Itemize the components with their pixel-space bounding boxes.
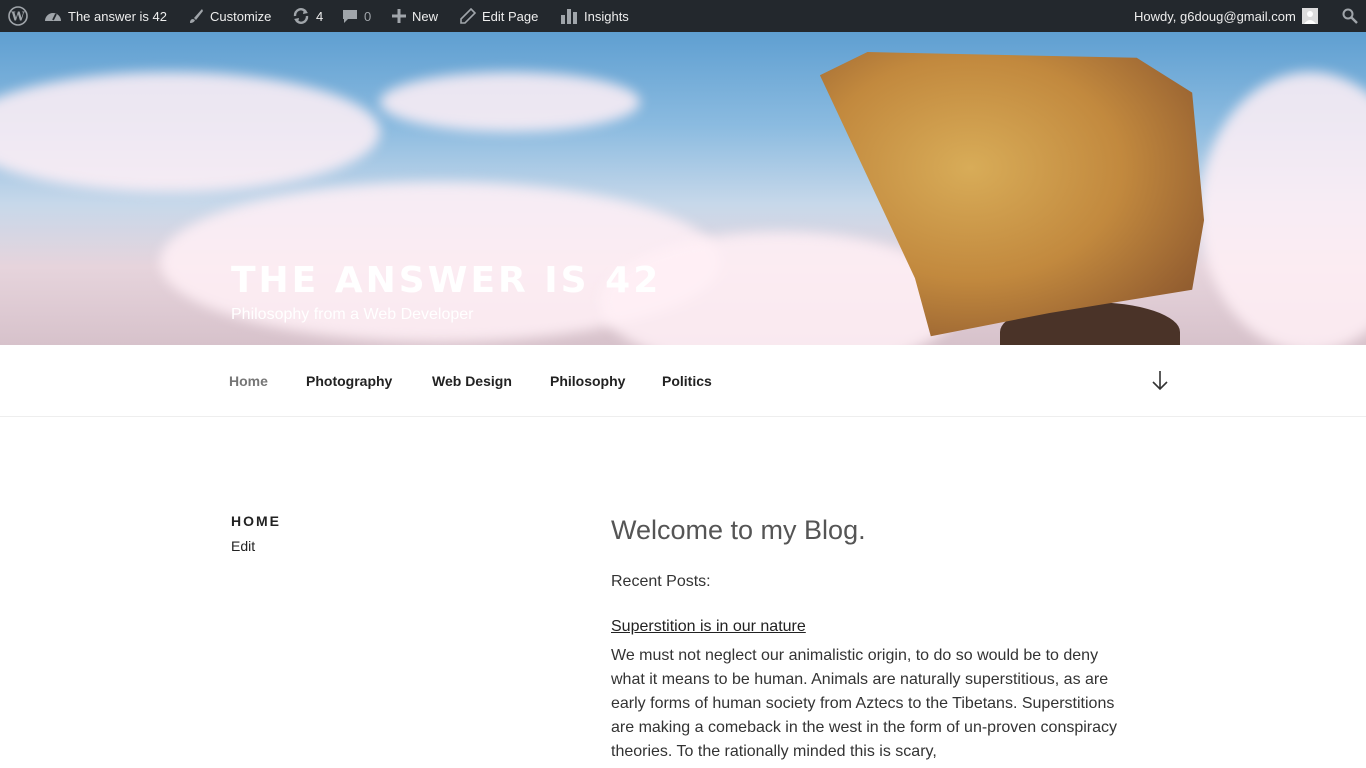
recent-posts-label: Recent Posts: (611, 573, 711, 590)
page-title: HOME (231, 513, 281, 529)
site-name-label: The answer is 42 (68, 8, 167, 24)
svg-text:W: W (10, 10, 25, 24)
updates-button[interactable]: 4 (292, 0, 323, 32)
search-button[interactable] (1342, 0, 1358, 32)
main-navigation: Home Photography Web Design Philosophy P… (0, 345, 1366, 417)
comments-count: 0 (364, 8, 372, 24)
avatar (1301, 8, 1318, 24)
nav-item-politics[interactable]: Politics (662, 373, 712, 389)
edit-link[interactable]: Edit (231, 538, 255, 554)
nav-item-web-design[interactable]: Web Design (432, 373, 512, 389)
header-image: THE ANSWER IS 42 Philosophy from a Web D… (0, 32, 1366, 345)
updates-count: 4 (316, 8, 324, 24)
nav-item-home[interactable]: Home (229, 373, 268, 389)
comment-icon (342, 8, 358, 24)
site-description: Philosophy from a Web Developer (231, 306, 474, 323)
insights-label: Insights (584, 8, 629, 24)
entry-content: Welcome to my Blog. Recent Posts: Supers… (611, 512, 1131, 764)
customize-label: Customize (210, 8, 272, 24)
plus-icon (392, 9, 406, 23)
new-label: New (412, 8, 439, 24)
update-icon (292, 7, 310, 25)
pencil-icon (460, 8, 476, 24)
new-content-button[interactable]: New (392, 0, 438, 32)
brush-icon (188, 8, 204, 24)
nav-item-philosophy[interactable]: Philosophy (550, 373, 625, 389)
site-title[interactable]: THE ANSWER IS 42 (231, 258, 661, 304)
nav-item-photography[interactable]: Photography (306, 373, 392, 389)
post-title-link[interactable]: Superstition is in our nature (611, 618, 806, 636)
comments-button[interactable]: 0 (342, 0, 371, 32)
wordpress-icon: W (8, 6, 28, 26)
account-menu[interactable]: Howdy, g6doug@gmail.com (1134, 0, 1318, 32)
wordpress-logo-button[interactable]: W (8, 0, 28, 32)
cloud-shape (0, 72, 380, 192)
cloud-shape (1200, 72, 1366, 345)
admin-bar: W The answer is 42 Customize 4 0 New Edi… (0, 0, 1366, 32)
howdy-label: Howdy, g6doug@gmail.com (1134, 8, 1296, 24)
edit-page-label: Edit Page (482, 8, 539, 24)
entry-heading: Welcome to my Blog. (611, 515, 866, 545)
arrow-down-icon[interactable] (1150, 370, 1170, 397)
post-excerpt: We must not neglect our animalistic orig… (611, 647, 1118, 760)
customize-button[interactable]: Customize (188, 0, 271, 32)
site-name-menu[interactable]: The answer is 42 (44, 0, 167, 32)
insights-button[interactable]: Insights (560, 0, 629, 32)
edit-page-button[interactable]: Edit Page (460, 0, 538, 32)
dashboard-icon (44, 8, 62, 24)
cloud-shape (380, 72, 640, 132)
search-icon (1342, 8, 1358, 24)
bar-chart-icon (560, 7, 578, 25)
